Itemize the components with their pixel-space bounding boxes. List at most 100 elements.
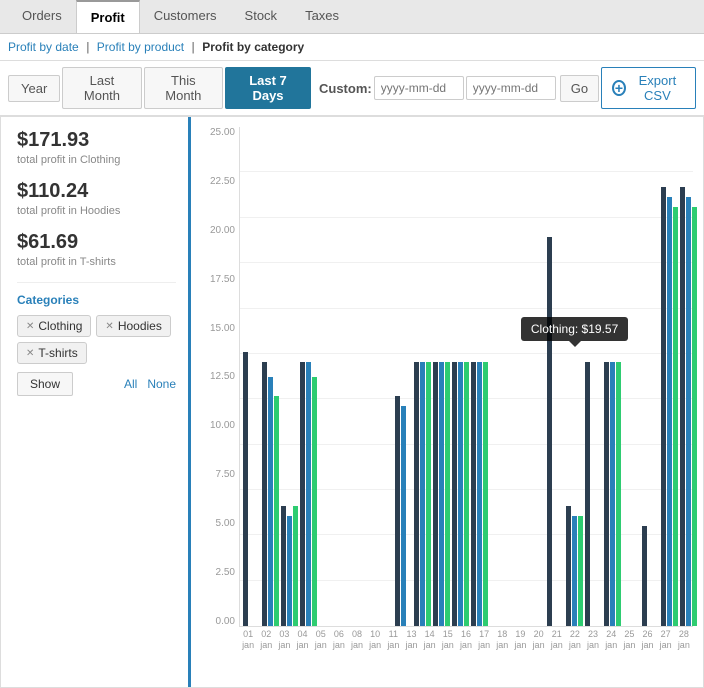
bar-group <box>603 127 622 626</box>
none-link[interactable]: None <box>147 377 176 391</box>
bar-clothing[interactable] <box>300 362 305 626</box>
bar-hoodies[interactable] <box>439 362 444 626</box>
hoodies-label: Hoodies <box>118 319 162 333</box>
all-link[interactable]: All <box>124 377 137 391</box>
bar-clothing[interactable] <box>547 237 552 626</box>
custom-date-start[interactable] <box>374 76 464 100</box>
tab-customers[interactable]: Customers <box>140 0 231 33</box>
x-label-group: 01jan <box>239 629 257 657</box>
bar-group <box>337 127 356 626</box>
bar-tshirts[interactable] <box>616 362 621 626</box>
export-label: Export CSV <box>630 73 685 103</box>
bar-tshirts[interactable] <box>426 362 431 626</box>
bar-hoodies[interactable] <box>420 362 425 626</box>
bar-clothing[interactable] <box>661 187 666 626</box>
x-label-group: 28jan <box>675 629 693 657</box>
bar-hoodies[interactable] <box>306 362 311 626</box>
sub-nav: Profit by date | Profit by product | Pro… <box>0 34 704 61</box>
bar-tshirts[interactable] <box>312 377 317 627</box>
bar-hoodies[interactable] <box>477 362 482 626</box>
bar-hoodies[interactable] <box>287 516 292 626</box>
x-label-group: 14jan <box>421 629 439 657</box>
bar-clothing[interactable] <box>243 352 248 626</box>
x-label-group: 17jan <box>475 629 493 657</box>
custom-date-end[interactable] <box>466 76 556 100</box>
bar-tshirts[interactable] <box>293 506 298 626</box>
bar-clothing[interactable] <box>642 526 647 626</box>
x-label-group: 15jan <box>439 629 457 657</box>
bar-clothing[interactable] <box>414 362 419 626</box>
bar-clothing[interactable] <box>433 362 438 626</box>
go-button[interactable]: Go <box>560 75 599 102</box>
bar-group <box>242 127 261 626</box>
bar-group <box>261 127 280 626</box>
x-label-group: 22jan <box>566 629 584 657</box>
categories-title: Categories <box>17 293 176 307</box>
profit-clothing: $171.93 total profit in Clothing <box>17 129 176 166</box>
x-label-group: 04jan <box>293 629 311 657</box>
subnav-profit-by-product[interactable]: Profit by product <box>97 40 184 54</box>
bar-clothing[interactable] <box>604 362 609 626</box>
main-content: $171.93 total profit in Clothing $110.24… <box>0 116 704 688</box>
filter-year[interactable]: Year <box>8 75 60 102</box>
chart-inner: 0.002.505.007.5010.0012.5015.0017.5020.0… <box>201 127 693 657</box>
profit-tshirts: $61.69 total profit in T-shirts <box>17 231 176 268</box>
categories-section: Categories ✕ Clothing ✕ Hoodies ✕ T-shir… <box>17 293 176 396</box>
y-label: 2.50 <box>201 567 239 578</box>
show-button[interactable]: Show <box>17 372 73 396</box>
bar-clothing[interactable] <box>566 506 571 626</box>
bar-group <box>641 127 660 626</box>
bar-clothing[interactable] <box>452 362 457 626</box>
y-label: 17.50 <box>201 274 239 285</box>
bar-group <box>698 127 703 626</box>
bar-group <box>679 127 698 626</box>
category-tag-hoodies[interactable]: ✕ Hoodies <box>96 315 170 337</box>
bar-tshirts[interactable] <box>578 516 583 626</box>
filter-last-month[interactable]: Last Month <box>62 67 141 109</box>
x-label-group: 02jan <box>257 629 275 657</box>
x-label-group: 18jan <box>493 629 511 657</box>
bar-clothing[interactable] <box>680 187 685 626</box>
profit-tshirts-amount: $61.69 <box>17 231 176 254</box>
bar-hoodies[interactable] <box>667 197 672 626</box>
tshirts-label: T-shirts <box>38 346 77 360</box>
bar-clothing[interactable] <box>471 362 476 626</box>
bar-tshirts[interactable] <box>483 362 488 626</box>
x-label-group: 13jan <box>402 629 420 657</box>
bar-hoodies[interactable] <box>686 197 691 626</box>
x-label-group: 27jan <box>657 629 675 657</box>
tab-stock[interactable]: Stock <box>231 0 292 33</box>
bar-tshirts[interactable] <box>692 207 697 626</box>
x-axis: 01jan02jan03jan04jan05jan06jan08jan10jan… <box>239 629 693 657</box>
profit-hoodies-label: total profit in Hoodies <box>17 205 176 217</box>
tab-profit[interactable]: Profit <box>76 0 140 33</box>
tab-taxes[interactable]: Taxes <box>291 0 353 33</box>
x-label-group: 24jan <box>602 629 620 657</box>
bar-tshirts[interactable] <box>274 396 279 626</box>
bar-clothing[interactable] <box>395 396 400 626</box>
y-label: 10.00 <box>201 420 239 431</box>
bar-clothing[interactable] <box>281 506 286 626</box>
bar-group <box>527 127 546 626</box>
profit-clothing-label: total profit in Clothing <box>17 154 176 166</box>
category-tag-tshirts[interactable]: ✕ T-shirts <box>17 342 87 364</box>
bar-hoodies[interactable] <box>458 362 463 626</box>
bar-hoodies[interactable] <box>401 406 406 626</box>
bar-tshirts[interactable] <box>464 362 469 626</box>
bar-hoodies[interactable] <box>572 516 577 626</box>
bar-tshirts[interactable] <box>673 207 678 626</box>
bar-hoodies[interactable] <box>610 362 615 626</box>
export-csv-button[interactable]: + Export CSV <box>601 67 696 109</box>
category-tags: ✕ Clothing ✕ Hoodies ✕ T-shirts <box>17 315 176 364</box>
subnav-profit-by-date[interactable]: Profit by date <box>8 40 79 54</box>
custom-label: Custom: <box>319 81 372 96</box>
bar-tshirts[interactable] <box>445 362 450 626</box>
filter-this-month[interactable]: This Month <box>144 67 223 109</box>
tab-orders[interactable]: Orders <box>8 0 76 33</box>
bar-group <box>584 127 603 626</box>
bar-clothing[interactable] <box>262 362 267 626</box>
bar-clothing[interactable] <box>585 362 590 626</box>
category-tag-clothing[interactable]: ✕ Clothing <box>17 315 91 337</box>
bar-hoodies[interactable] <box>268 377 273 627</box>
filter-last-7-days[interactable]: Last 7 Days <box>225 67 311 109</box>
